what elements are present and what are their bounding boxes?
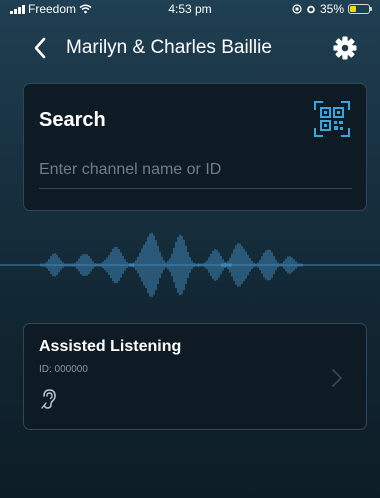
battery-icon: [348, 4, 372, 14]
alarm-icon: [307, 5, 315, 14]
back-button[interactable]: [28, 34, 52, 62]
battery-fill: [350, 6, 357, 12]
chevron-left-icon: [34, 37, 46, 59]
status-bar: Freedom 4:53 pm 35%: [0, 0, 380, 20]
channel-name: Assisted Listening: [39, 338, 182, 355]
battery-percent: 35%: [319, 2, 344, 16]
settings-button[interactable]: [332, 35, 358, 61]
waveform-graphic: [0, 232, 380, 298]
chevron-right-icon: [332, 369, 342, 387]
ear-icon: [41, 389, 56, 409]
channel-id: ID: 000000: [39, 364, 88, 375]
qr-code-scan-icon: [314, 101, 350, 137]
orientation-lock-icon: [292, 4, 302, 14]
search-title: Search: [39, 109, 106, 131]
search-input[interactable]: [39, 152, 352, 189]
qr-scan-button[interactable]: [313, 100, 351, 138]
channel-card-assisted-listening[interactable]: Assisted Listening ID: 000000: [23, 323, 367, 430]
search-card: Search: [23, 83, 367, 211]
page-title: Marilyn & Charles Baillie: [66, 37, 272, 58]
gear-icon: [333, 36, 357, 60]
nav-bar: Marilyn & Charles Baillie: [0, 28, 380, 68]
status-right: 35%: [292, 2, 372, 16]
